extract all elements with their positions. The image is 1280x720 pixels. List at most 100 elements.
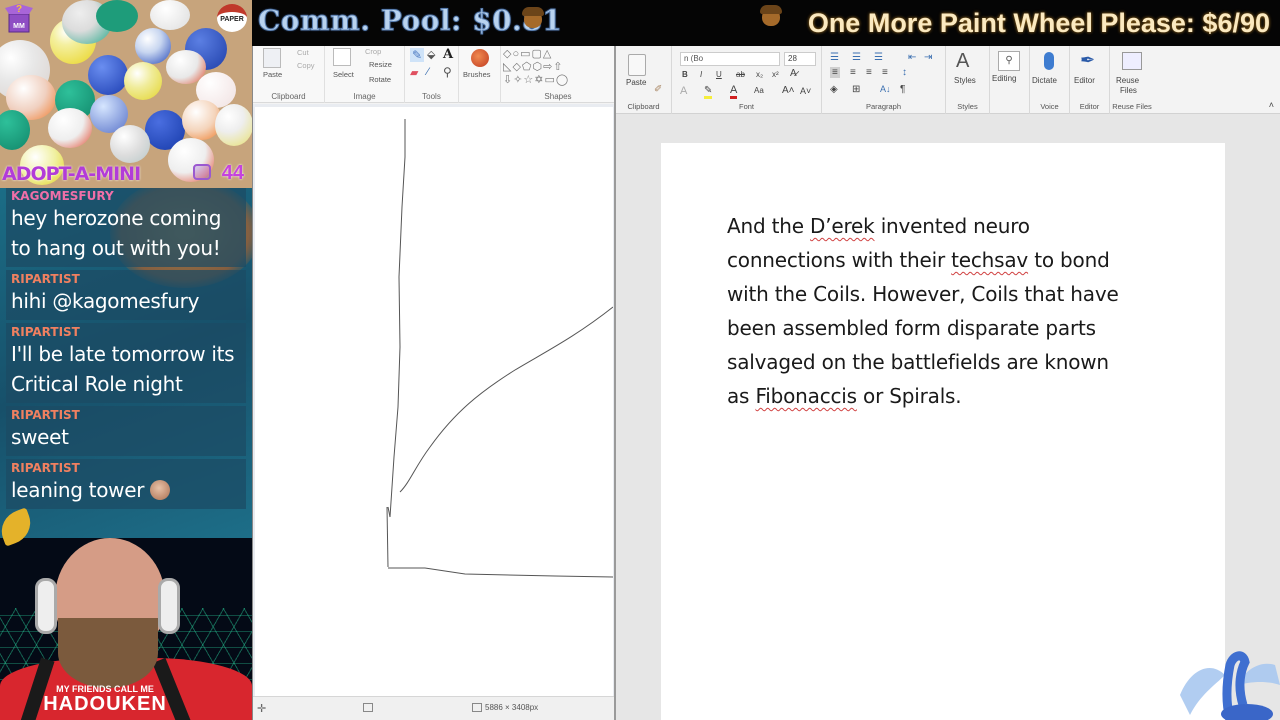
justify-button[interactable]: ≡	[882, 67, 888, 78]
paste-button[interactable]: Paste	[263, 70, 282, 79]
styles-button[interactable]: Styles	[954, 76, 976, 85]
editor-icon[interactable]: ✒	[1080, 50, 1095, 71]
dictate-button[interactable]: Dictate	[1032, 76, 1057, 85]
subscript-button[interactable]: x₂	[756, 70, 763, 79]
chat-message: RIPARTIST I'll be late tomorrow its Criti…	[6, 323, 246, 403]
misspelled-word[interactable]: Fibonaccis	[755, 384, 857, 408]
paint-shapes-group: ◇○▭▢△ ◺◇⬠⬡⇨⇧ ⇩✧☆✡▭◯ Shapes	[501, 46, 615, 103]
align-left-button[interactable]: ≡	[830, 67, 840, 78]
text-run: or Spirals.	[856, 384, 962, 408]
borders-button[interactable]: ⊞	[852, 84, 860, 95]
change-case-button[interactable]: Aa	[754, 86, 764, 95]
paper-badge: PAPER	[217, 4, 247, 32]
svg-text:?: ?	[16, 4, 22, 15]
styles-icon[interactable]: A	[956, 50, 969, 73]
grow-font-button[interactable]: A˄	[782, 85, 795, 96]
capsule	[96, 0, 138, 32]
text-run: with the Coils. However, Coils that have	[727, 282, 1119, 306]
highlight-button[interactable]: ✎	[704, 85, 713, 99]
stream-screen: ? MM PAPER ADOPT-A-MINI 44 KAGOMESFURY he…	[0, 0, 1280, 720]
paint-canvas[interactable]	[255, 107, 614, 696]
document-body[interactable]: And the D’erek invented neuro connections…	[727, 209, 1167, 413]
crop-button[interactable]: Crop	[365, 47, 381, 56]
underline-button[interactable]: U	[716, 70, 722, 79]
adopt-a-mini-label: ADOPT-A-MINI	[2, 163, 141, 185]
line-spacing-button[interactable]: ↕	[902, 67, 907, 78]
select-button[interactable]: Select	[333, 70, 354, 79]
chat-message-text: hihi @kagomesfury	[11, 286, 241, 316]
paste-icon[interactable]	[263, 48, 281, 68]
group-label: Clipboard	[271, 92, 306, 101]
align-right-button[interactable]: ≡	[866, 67, 872, 78]
cut-button[interactable]: Cut	[297, 48, 309, 57]
reuse-button-line2[interactable]: Files	[1120, 86, 1137, 95]
misspelled-word[interactable]: D’erek	[810, 214, 875, 238]
magnifier-tool[interactable]: ⚲	[443, 65, 452, 79]
format-painter-icon[interactable]: ✐	[654, 84, 662, 95]
clear-formatting-button[interactable]: A̷	[790, 68, 797, 79]
document-page[interactable]: And the D’erek invented neuro connections…	[661, 143, 1225, 720]
word-ribbon: Paste ✐ Clipboard n (Bo 28 B I U ab x₂ x…	[616, 46, 1280, 114]
chat-username: RIPARTIST	[11, 408, 80, 422]
group-label: Font	[738, 102, 754, 111]
resize-button[interactable]: Resize	[369, 60, 392, 69]
font-name-select[interactable]: n (Bo	[680, 52, 780, 66]
bullets-button[interactable]: ☰	[830, 52, 839, 63]
paint-canvas-area	[253, 104, 615, 696]
multilevel-list-button[interactable]: ☰	[874, 52, 883, 63]
shrink-font-button[interactable]: A˅	[800, 86, 811, 96]
show-formatting-button[interactable]: ¶	[900, 84, 905, 95]
pencil-tool[interactable]: ✎	[410, 48, 425, 62]
strikethrough-button[interactable]: ab	[736, 70, 745, 79]
word-clipboard-group: Paste ✐ Clipboard	[616, 46, 672, 114]
group-label: Shapes	[544, 92, 572, 101]
italic-button[interactable]: I	[700, 70, 702, 79]
chat-message: RIPARTIST sweet	[6, 406, 246, 456]
chat-text-content: hey herozone coming to hang out with you…	[11, 206, 222, 260]
font-color-button[interactable]: A	[730, 84, 738, 99]
editing-button[interactable]: Editing	[992, 74, 1016, 83]
select-icon[interactable]	[333, 48, 351, 66]
shapes-gallery[interactable]: ◇○▭▢△ ◺◇⬠⬡⇨⇧ ⇩✧☆✡▭◯	[503, 48, 569, 87]
bold-button[interactable]: B	[682, 70, 688, 79]
brushes-button[interactable]: Brushes	[463, 70, 491, 79]
text-tool[interactable]: A	[443, 47, 453, 62]
text-effects-button[interactable]: A	[680, 85, 687, 97]
chat-text-content: leaning tower	[11, 478, 145, 502]
font-size-select[interactable]: 28	[784, 52, 816, 66]
copy-button[interactable]: Copy	[297, 61, 315, 70]
shading-button[interactable]: ◈	[830, 84, 838, 95]
microphone-icon[interactable]	[1044, 52, 1054, 70]
reuse-files-icon[interactable]	[1122, 52, 1142, 70]
chat-message-text: hey herozone coming to hang out with you…	[11, 203, 241, 263]
increase-indent-button[interactable]: ⇥	[924, 52, 932, 63]
search-icon[interactable]: ⚲	[998, 51, 1020, 71]
numbering-button[interactable]: ☰	[852, 52, 861, 63]
paint-wheel-goal: One More Paint Wheel Please: $6/90	[807, 8, 1270, 38]
reuse-button-line1[interactable]: Reuse	[1116, 76, 1139, 85]
adopt-a-mini-panel: ? MM PAPER ADOPT-A-MINI 44	[0, 0, 252, 188]
color-picker-tool[interactable]: ⁄	[427, 66, 429, 78]
superscript-button[interactable]: x²	[772, 70, 779, 79]
brush-icon[interactable]	[471, 49, 489, 67]
paste-button[interactable]: Paste	[626, 78, 646, 87]
collapse-ribbon-icon[interactable]: ˄	[1269, 100, 1274, 110]
group-label: Tools	[422, 92, 441, 101]
acorn-icon	[522, 7, 544, 28]
editor-button[interactable]: Editor	[1074, 76, 1095, 85]
group-label: Paragraph	[865, 102, 902, 111]
paste-icon[interactable]	[628, 54, 646, 76]
paint-tools-group: ✎ ⬙ A ▰ ⁄ ⚲ Tools	[405, 46, 459, 103]
group-label: Image	[353, 92, 376, 101]
misspelled-word[interactable]: techsav	[951, 248, 1028, 272]
decrease-indent-button[interactable]: ⇤	[908, 52, 916, 63]
streamer-beard	[58, 618, 158, 688]
sort-button[interactable]: A↓	[880, 84, 891, 94]
word-voice-group: Dictate Voice	[1030, 46, 1070, 114]
rotate-button[interactable]: Rotate	[369, 75, 391, 84]
fill-tool[interactable]: ⬙	[427, 48, 435, 61]
align-center-button[interactable]: ≡	[850, 67, 856, 78]
font-name-value: n (Bo	[684, 54, 704, 63]
canvas-size-icon	[472, 703, 482, 712]
eraser-tool[interactable]: ▰	[410, 66, 418, 79]
